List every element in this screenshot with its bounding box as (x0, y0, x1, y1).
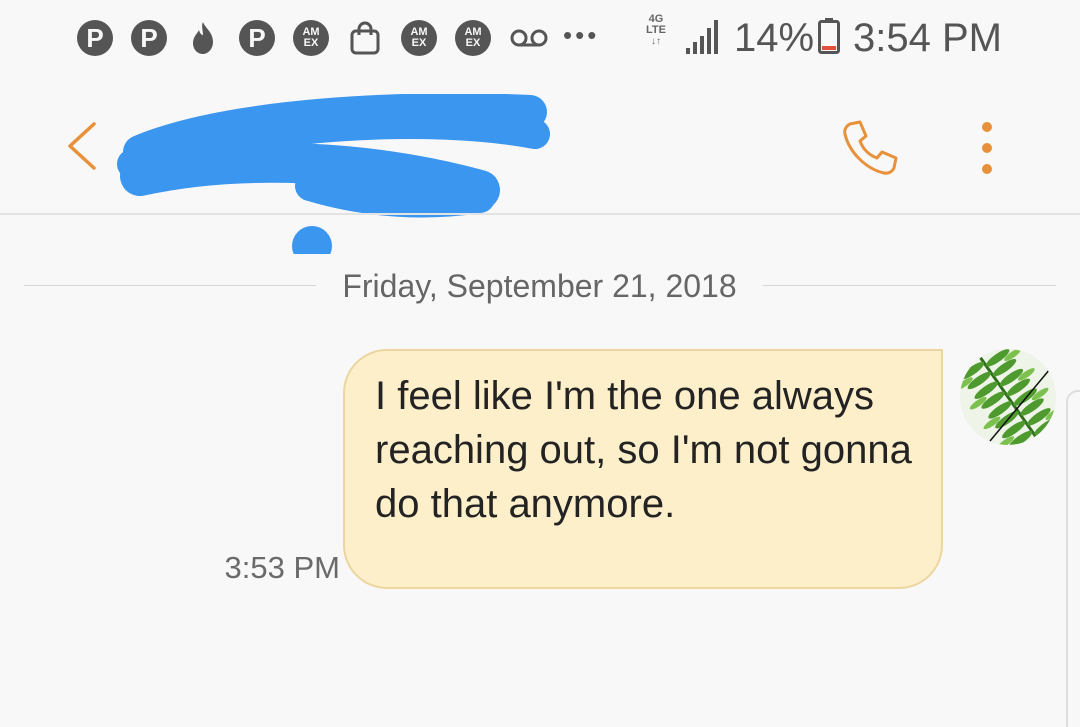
battery-icon (818, 18, 840, 54)
message-text: I feel like I'm the one always reaching … (375, 374, 912, 526)
more-options-button[interactable] (970, 118, 1004, 178)
date-separator-label: Friday, September 21, 2018 (342, 268, 737, 304)
tinder-icon (185, 20, 221, 56)
date-separator: Friday, September 21, 2018 (0, 258, 1080, 314)
sender-avatar[interactable] (960, 349, 1056, 445)
amex-icon: AM EX (401, 20, 437, 56)
pinterest-icon: P (77, 20, 113, 56)
redaction-scribble (117, 94, 550, 254)
network-type-badge: 4G LTE ↓↑ (646, 13, 666, 48)
back-button[interactable] (62, 118, 102, 174)
header-divider (0, 213, 1080, 215)
scroll-handle[interactable] (1066, 390, 1080, 727)
back-arrow-icon (68, 122, 96, 170)
message-timestamp: 3:53 PM (224, 550, 340, 585)
shopping-bag-icon (347, 20, 383, 56)
phone-icon (843, 120, 898, 175)
signal-strength-icon (686, 20, 718, 54)
call-button[interactable] (838, 116, 902, 180)
outgoing-message-bubble[interactable]: I feel like I'm the one always reaching … (343, 349, 943, 589)
pinterest-icon: P (131, 20, 167, 56)
pinterest-icon: P (239, 20, 275, 56)
voicemail-icon (509, 20, 549, 56)
status-bar: P P P AM EX AM EX AM EX ••• 4G LTE ↓↑ 14… (0, 0, 1080, 78)
amex-icon: AM EX (293, 20, 329, 56)
status-clock: 3:54 PM (853, 16, 1002, 60)
more-notifications-indicator: ••• (563, 20, 600, 50)
date-divider-line (763, 285, 1056, 286)
messaging-screen: P P P AM EX AM EX AM EX ••• 4G LTE ↓↑ 14… (0, 0, 1080, 727)
battery-percentage: 14% (734, 16, 815, 60)
amex-icon: AM EX (455, 20, 491, 56)
data-activity-arrows-icon: ↓↑ (651, 36, 661, 47)
conversation-header (0, 78, 1080, 254)
overflow-menu-icon (982, 122, 992, 174)
date-divider-line (24, 285, 316, 286)
